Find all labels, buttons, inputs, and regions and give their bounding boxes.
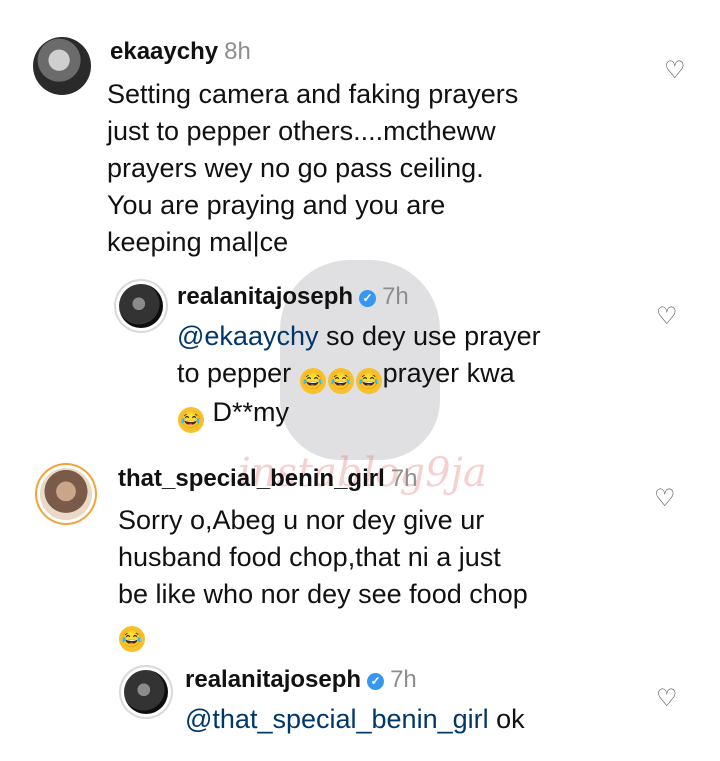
avatar[interactable] — [33, 37, 91, 95]
heart-outline-icon[interactable]: ♡ — [664, 56, 686, 85]
laughing-tears-emoji: 😂 — [299, 368, 326, 394]
comment-text: so dey use prayer — [318, 321, 541, 351]
comment-text: to pepper — [177, 358, 299, 388]
username[interactable]: that_special_benin_girl — [118, 465, 385, 492]
heart-outline-icon[interactable]: ♡ — [654, 484, 676, 513]
avatar[interactable] — [124, 670, 168, 714]
comment-text: ok — [488, 704, 525, 734]
timestamp: 7h — [382, 283, 409, 310]
avatar[interactable] — [40, 468, 92, 520]
heart-outline-icon[interactable]: ♡ — [656, 302, 678, 331]
laughing-tears-emoji: 😂 — [327, 368, 354, 394]
comment-line: just to pepper others....mctheww — [107, 116, 496, 146]
laughing-tears-emoji: 😂 — [355, 368, 382, 394]
heart-outline-icon[interactable]: ♡ — [656, 684, 678, 713]
verified-badge-icon: ✓ — [359, 290, 377, 307]
comment-line: Sorry o,Abeg u nor dey give ur — [118, 505, 485, 535]
comment-text: prayer kwa — [382, 358, 515, 388]
mention-link[interactable]: @ekaaychy — [177, 321, 318, 351]
timestamp: 8h — [224, 38, 251, 65]
comment-text: D**my — [212, 397, 290, 427]
comment-line: You are praying and you are — [107, 190, 446, 220]
mention-link[interactable]: @that_special_benin_girl — [185, 704, 489, 734]
avatar[interactable] — [119, 284, 163, 328]
username[interactable]: realanitajoseph — [177, 283, 353, 310]
comment-line: be like who nor dey see food chop — [118, 579, 528, 609]
comment-line: Setting camera and faking prayers — [107, 79, 519, 109]
username[interactable]: ekaaychy — [110, 38, 218, 65]
comment-line: husband food chop,that ni a just — [118, 542, 501, 572]
verified-badge-icon: ✓ — [367, 673, 385, 690]
timestamp: 7h — [390, 666, 417, 693]
username[interactable]: realanitajoseph — [185, 666, 361, 693]
comment-line: prayers wey no go pass ceiling. — [107, 153, 484, 183]
timestamp: 7h — [390, 465, 418, 492]
comment-line: keeping mal|ce — [107, 227, 289, 257]
laughing-tears-emoji: 😂 — [119, 626, 145, 652]
laughing-tears-emoji: 😂 — [178, 407, 204, 433]
